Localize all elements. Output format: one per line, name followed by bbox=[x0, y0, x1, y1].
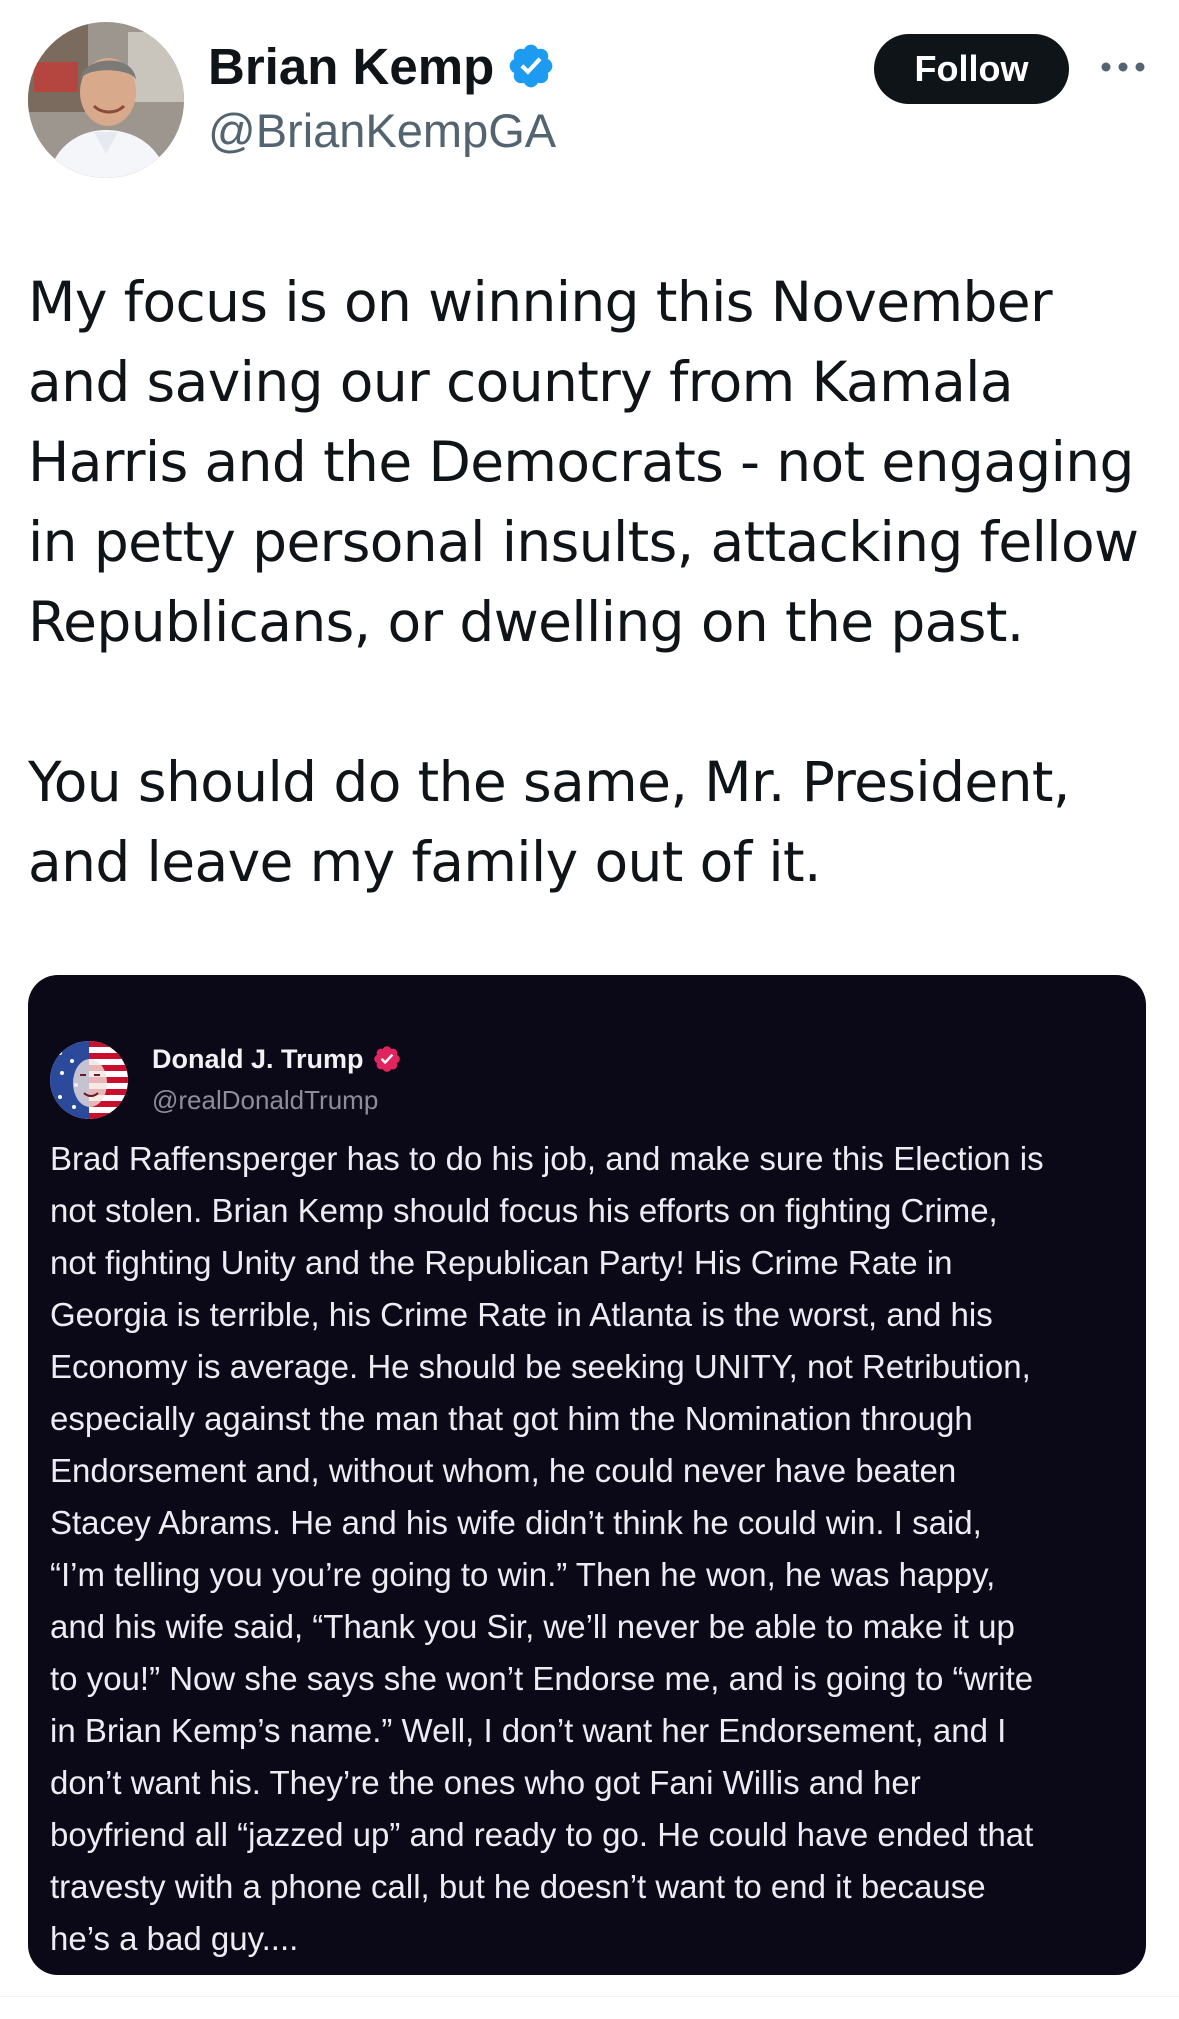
quoted-author-name[interactable]: Donald J. Trump bbox=[152, 1044, 364, 1075]
verified-badge-icon bbox=[509, 44, 553, 88]
quoted-post-line: Economy is average. He should be seeking… bbox=[50, 1348, 1031, 1385]
quoted-author-handle[interactable]: @realDonaldTrump bbox=[152, 1085, 378, 1116]
quoted-post-line: he’s a bad guy.... bbox=[50, 1920, 299, 1957]
quoted-author-avatar[interactable] bbox=[50, 1041, 128, 1119]
quoted-author-name-row: Donald J. Trump bbox=[152, 1041, 402, 1077]
author-handle[interactable]: @BrianKempGA bbox=[208, 103, 556, 158]
quoted-post-line: in Brian Kemp’s name.” Well, I don’t wan… bbox=[50, 1712, 1007, 1749]
quoted-author-avatar-image bbox=[50, 1041, 128, 1119]
author-avatar[interactable] bbox=[28, 22, 184, 178]
divider bbox=[0, 1996, 1179, 1997]
tweet-paragraph: My focus is on winning this November and… bbox=[28, 270, 1139, 654]
author-display-name[interactable]: Brian Kemp bbox=[208, 37, 494, 96]
quoted-post-line: not fighting Unity and the Republican Pa… bbox=[50, 1244, 953, 1281]
verified-badge-icon bbox=[373, 1046, 400, 1072]
author-name-row: Brian Kemp bbox=[208, 34, 556, 98]
quoted-post-body: Brad Raffensperger has to do his job, an… bbox=[50, 1133, 1135, 1965]
quoted-post-line: travesty with a phone call, but he doesn… bbox=[50, 1868, 986, 1905]
tweet-text: My focus is on winning this November and… bbox=[28, 262, 1158, 902]
quoted-post-line: Stacey Abrams. He and his wife didn’t th… bbox=[50, 1504, 982, 1541]
quoted-post-line: “I’m telling you you’re going to win.” T… bbox=[50, 1556, 996, 1593]
quoted-post-line: to you!” Now she says she won’t Endorse … bbox=[50, 1660, 1034, 1697]
quoted-post-line: don’t want his. They’re the ones who got… bbox=[50, 1764, 921, 1801]
more-options-icon[interactable] bbox=[1098, 54, 1148, 80]
quoted-post-line: boyfriend all “jazzed up” and ready to g… bbox=[50, 1816, 1034, 1853]
tweet-paragraph: You should do the same, Mr. President, a… bbox=[28, 750, 1070, 894]
quoted-post-card[interactable]: Donald J. Trump @realDonaldTrump Brad Ra… bbox=[28, 975, 1146, 1975]
follow-button[interactable]: Follow bbox=[874, 34, 1069, 104]
quoted-post-line: Endorsement and, without whom, he could … bbox=[50, 1452, 957, 1489]
quoted-post-line: especially against the man that got him … bbox=[50, 1400, 973, 1437]
quoted-post-line: Georgia is terrible, his Crime Rate in A… bbox=[50, 1296, 993, 1333]
quoted-post-line: Brad Raffensperger has to do his job, an… bbox=[50, 1140, 1044, 1177]
quoted-post-line: and his wife said, “Thank you Sir, we’ll… bbox=[50, 1608, 1015, 1645]
quoted-post-line: not stolen. Brian Kemp should focus his … bbox=[50, 1192, 998, 1229]
author-avatar-image bbox=[28, 22, 184, 178]
tweet-header: Brian Kemp @BrianKempGA Follow bbox=[0, 0, 1179, 200]
